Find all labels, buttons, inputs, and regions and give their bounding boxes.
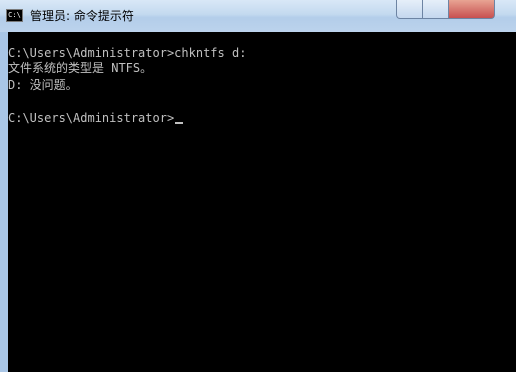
maximize-button[interactable] <box>422 0 449 19</box>
command-prompt-window: C:\ 管理员: 命令提示符 C:\Users\Administrator>ch… <box>0 0 516 372</box>
close-button[interactable] <box>448 0 495 19</box>
minimize-button[interactable] <box>396 0 423 19</box>
console-line: 文件系统的类型是 NTFS。 <box>8 61 153 75</box>
caption-buttons <box>396 0 516 20</box>
title-bar[interactable]: C:\ 管理员: 命令提示符 <box>0 0 516 32</box>
console-output[interactable]: C:\Users\Administrator>chkntfs d: 文件系统的类… <box>8 32 516 372</box>
console-line: D: 没问题。 <box>8 78 78 92</box>
prompt-text: C:\Users\Administrator> <box>8 111 175 125</box>
text-cursor <box>175 122 184 124</box>
prompt-line: C:\Users\Administrator> <box>8 111 184 125</box>
window-title: 管理员: 命令提示符 <box>30 9 134 23</box>
cmd-icon[interactable]: C:\ <box>6 9 23 22</box>
console-line: C:\Users\Administrator>chkntfs d: <box>8 46 247 60</box>
